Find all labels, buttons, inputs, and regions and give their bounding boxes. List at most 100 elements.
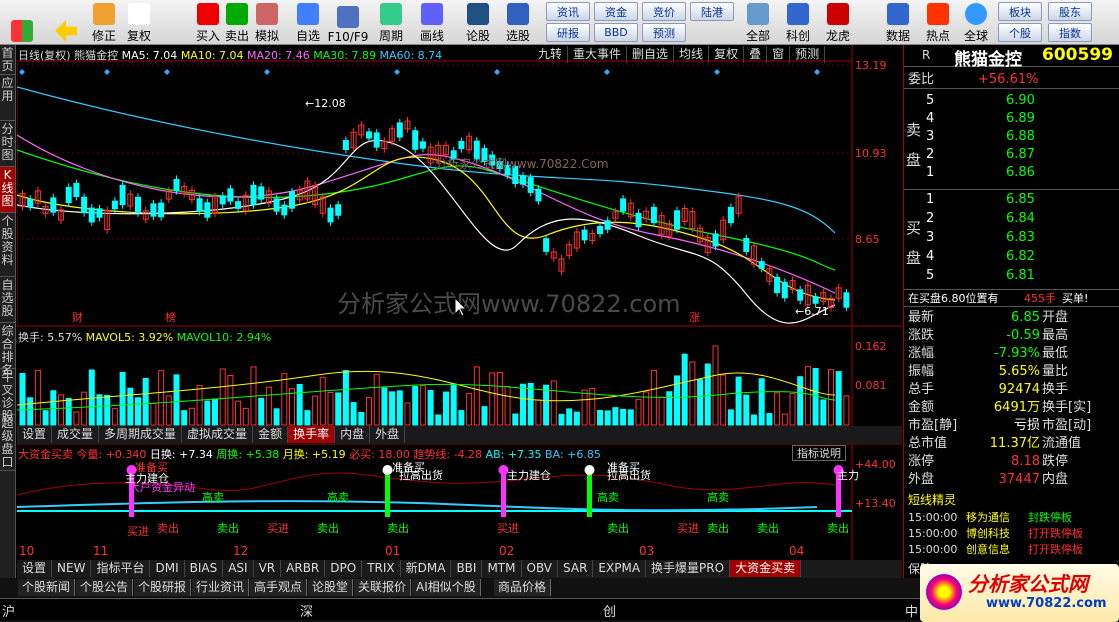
btn-gupiao[interactable]: 股东 [1048,2,1092,21]
volume-tab-4[interactable]: 金额 [253,426,289,443]
sidebar-item-2[interactable]: 分时图 [0,121,15,167]
news-tab-6[interactable]: 关联报价 [354,579,412,596]
indicator-tab-13[interactable]: OBV [522,560,559,577]
volume-bar [543,384,550,426]
sidebar-item-3[interactable]: K线图 [0,167,15,213]
indicator-tab-16[interactable]: 换手爆量PRO [646,560,731,577]
indicator-tab-7[interactable]: ARBR [281,560,326,577]
btn-yuce[interactable]: 预测 [642,23,686,42]
volume-tab-1[interactable]: 成交量 [52,426,100,443]
indicator-tab-0[interactable]: 设置 [17,560,53,577]
indicator-tab-9[interactable]: TRIX [362,560,401,577]
volume-tab-6[interactable]: 内盘 [335,426,371,443]
btn-zixun[interactable]: 资讯 [546,2,590,21]
indicator-tab-10[interactable]: 新DMA [401,560,452,577]
toolbar-button-8[interactable]: F10/F9 [328,1,368,44]
volume-tab-2[interactable]: 多周期成交量 [99,426,183,443]
ask-row[interactable]: 3 6.88 [904,128,1119,146]
pencil-icon [421,3,443,25]
indicator-tab-15[interactable]: EXPMA [593,560,647,577]
toolbar-button-1[interactable] [48,1,84,44]
news-tab-4[interactable]: 高手观点 [250,579,308,596]
indicator-tab-6[interactable]: VR [254,560,282,577]
header-tab-5[interactable]: 叠 [744,46,768,63]
btn-zhishu[interactable]: 指数 [1048,23,1092,42]
toolbar-right-button-4[interactable]: 热点 [920,1,956,44]
indicator-tab-8[interactable]: DPO [325,560,363,577]
header-tab-2[interactable]: 删自选 [627,46,675,63]
ask-row[interactable]: 4 6.89 [904,110,1119,128]
header-tab-1[interactable]: 重大事件 [568,46,628,63]
toolbar-button-7[interactable]: 自选 [290,1,326,44]
news-tab-1[interactable]: 个股公告 [76,579,134,596]
header-tab-6[interactable]: 窗 [767,46,791,63]
stat-label-right: 市盈[动] [1042,418,1092,433]
volume-tab-5[interactable]: 换手率 [288,426,336,443]
candle-body [96,208,103,218]
ask-row[interactable]: 1 6.86 [904,164,1119,182]
indicator-tab-11[interactable]: BBI [451,560,483,577]
news-tab-8[interactable]: 商品价格 [494,579,552,596]
btn-zijin[interactable]: 资金 [594,2,638,21]
toolbar-right-button-0[interactable]: 全部 [740,1,776,44]
sidebar-item-4[interactable]: 个股资料 [0,213,15,277]
indicator-tab-1[interactable]: NEW [52,560,92,577]
toolbar-button-0[interactable] [2,1,42,44]
btn-jingjia[interactable]: 竞价 [642,2,686,21]
header-tab-0[interactable]: 九转 [533,46,569,63]
indicator-tab-14[interactable]: SAR [558,560,594,577]
sidebar-item-0[interactable]: 首页 [0,45,15,75]
bid-row[interactable]: 4 6.82 [904,248,1119,266]
chart-canvas[interactable]: 13.1910.938.65←12.08←6.71财榜涨分析家公式网www.70… [17,45,902,598]
toolbar-button-2[interactable]: 修正 [86,1,122,44]
indicator-annotation: 卖出 [217,521,239,535]
btn-yanbao[interactable]: 研报 [546,23,590,42]
news-tab-2[interactable]: 个股研报 [134,579,192,596]
sidebar-item-7[interactable]: 牛叉诊股 [0,369,15,423]
btn-bbd[interactable]: BBD [594,23,638,42]
volume-tab-7[interactable]: 外盘 [370,426,406,443]
btn-gegu[interactable]: 个股 [998,23,1042,42]
btn-bankuai[interactable]: 板块 [998,2,1042,21]
toolbar-button-11[interactable]: 论股 [460,1,496,44]
bid-row[interactable]: 1 6.85 [904,191,1119,209]
news-tab-3[interactable]: 行业资讯 [192,579,250,596]
indicator-tab-4[interactable]: BIAS [185,560,224,577]
kline-chart-area[interactable]: 13.19 10.93 8.65 ←12.08 ←6.71 财榜涨分析家公式网www.70… [17,45,902,598]
bid-row[interactable]: 3 6.83 [904,229,1119,247]
event-row[interactable]: 15:00:00 创意信息 打开跌停板 [904,541,1119,559]
news-tab-5[interactable]: 论股堂 [308,579,354,596]
indicator-tab-2[interactable]: 指标平台 [91,560,151,577]
indicator-tab-12[interactable]: MTM [482,560,522,577]
toolbar-button-10[interactable]: 画线 [414,1,450,44]
news-tab-7[interactable]: AI相似个股 [412,579,481,596]
toolbar-right-button-3[interactable]: 数据 [880,1,916,44]
header-tab-7[interactable]: 预测 [790,46,826,63]
sidebar-item-5[interactable]: 自选股 [0,277,15,323]
indicator-tab-5[interactable]: ASI [223,560,254,577]
toolbar-right-button-1[interactable]: 科创 [780,1,816,44]
bid-row[interactable]: 5 6.81 [904,267,1119,285]
ask-row[interactable]: 5 6.90 [904,92,1119,110]
sidebar-item-6[interactable]: 综合排名 [0,323,15,377]
btn-lugang[interactable]: 陆港 [690,2,734,21]
sidebar-item-8[interactable]: 超级盘口 [0,415,15,471]
ask-row[interactable]: 2 6.87 [904,146,1119,164]
volume-tab-3[interactable]: 虚拟成交量 [182,426,254,443]
toolbar-button-6[interactable]: 模拟 [249,1,285,44]
toolbar-right-button-2[interactable]: 龙虎 [820,1,856,44]
toolbar-right-label: 科创 [785,29,810,43]
sidebar-item-1[interactable]: 应用 [0,75,15,121]
indicator-tab-3[interactable]: DMI [150,560,185,577]
header-tab-4[interactable]: 复权 [709,46,745,63]
indicator-help-button[interactable]: 指标说明 [792,445,846,461]
header-tab-3[interactable]: 均线 [674,46,710,63]
toolbar-button-3[interactable]: 复权 [121,1,157,44]
toolbar-right-button-5[interactable]: 全球 [958,1,994,44]
news-tab-0[interactable]: 个股新闻 [18,579,76,596]
toolbar-button-9[interactable]: 周期 [373,1,409,44]
indicator-tab-17[interactable]: 大资金买卖 [730,560,802,577]
toolbar-button-12[interactable]: 选股 [500,1,536,44]
bid-row[interactable]: 2 6.84 [904,210,1119,228]
volume-tab-0[interactable]: 设置 [17,426,53,443]
